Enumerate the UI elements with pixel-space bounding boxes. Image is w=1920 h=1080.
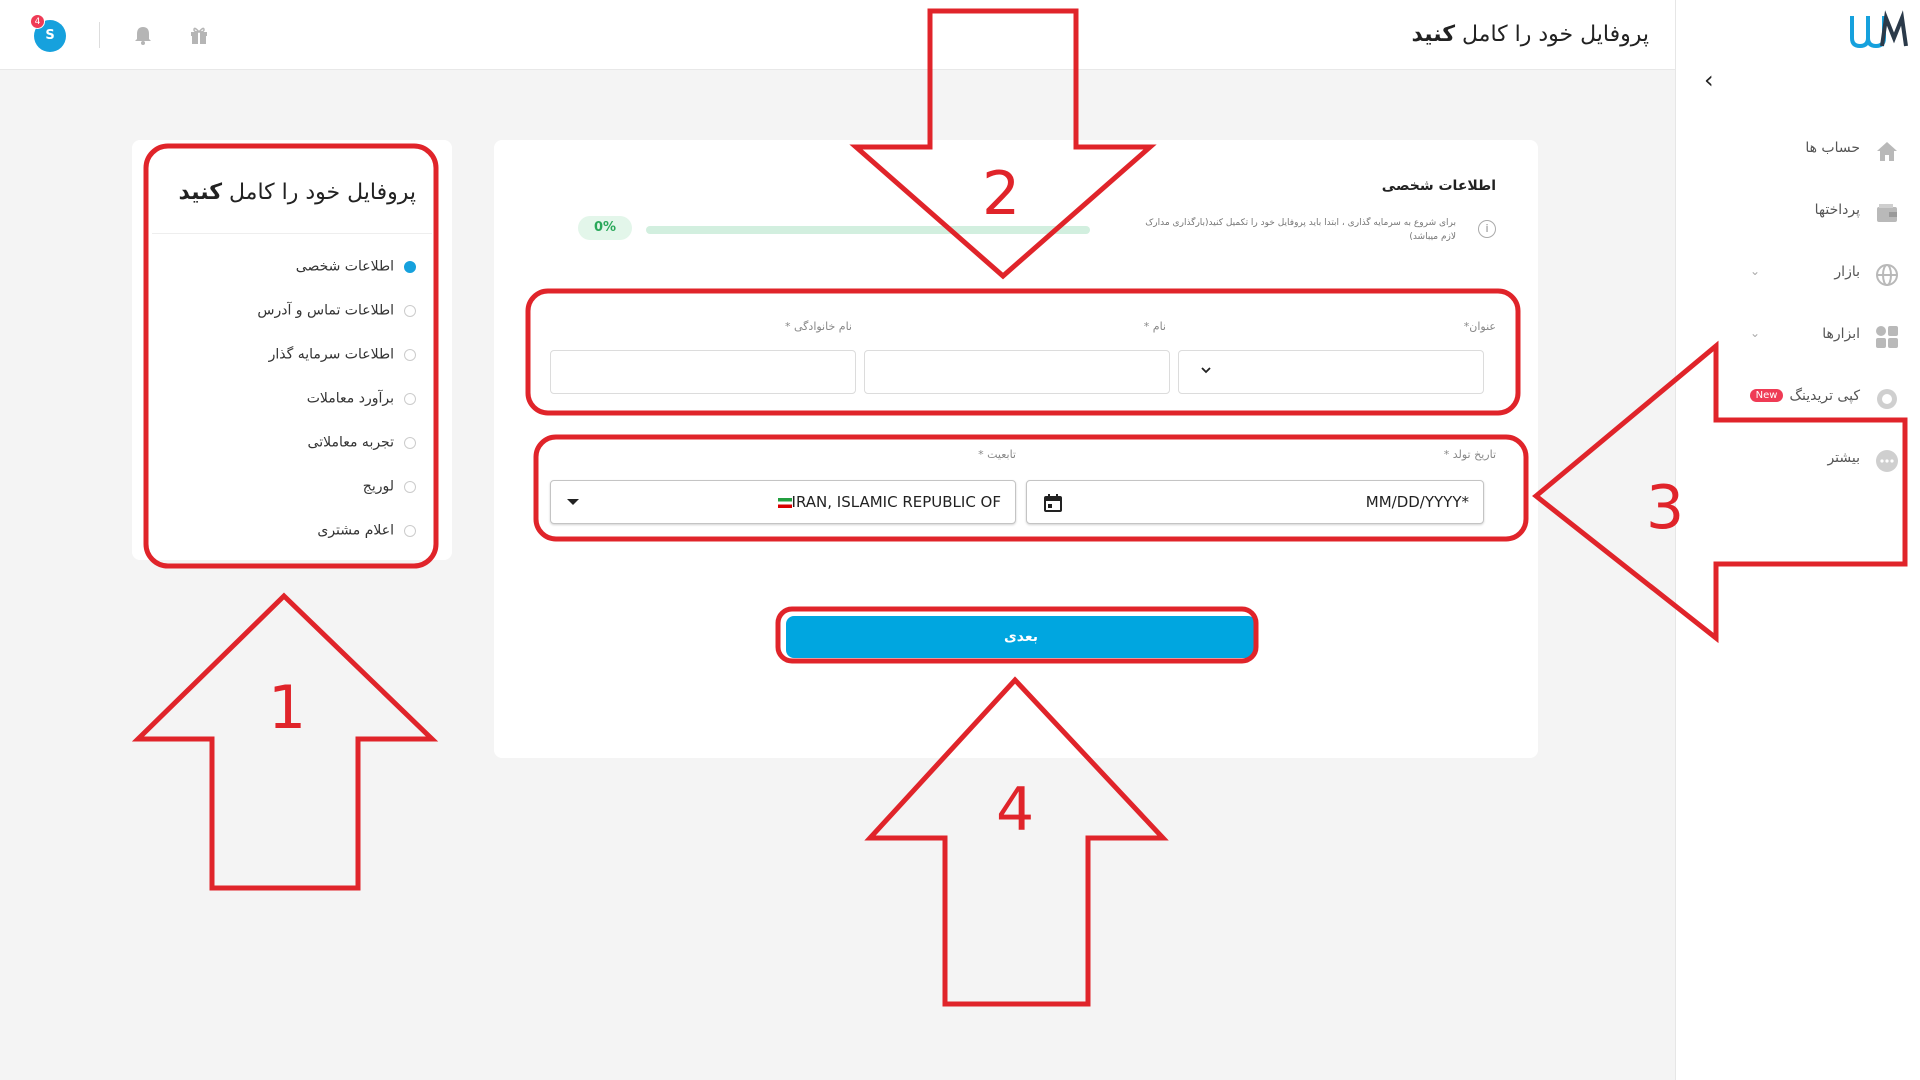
home-icon xyxy=(1877,142,1897,161)
steps-title: پروفایل خود را کامل کنید xyxy=(179,180,416,205)
step-label: تجربه معاملاتی xyxy=(307,434,394,451)
sidebar-item-label: بازار xyxy=(1834,264,1860,280)
step-label: لوریج xyxy=(362,478,394,495)
topbar-divider xyxy=(99,22,100,48)
sidebar-item-market[interactable]: بازار ⌄ xyxy=(1675,254,1920,294)
last-name-input[interactable] xyxy=(550,350,856,394)
chevron-down-icon: ⌄ xyxy=(1750,264,1761,278)
next-button[interactable]: بعدی xyxy=(786,616,1256,658)
dropdown-arrow-icon xyxy=(567,499,579,505)
nationality-text: IRAN, ISLAMIC REPUBLIC OF xyxy=(791,493,1001,511)
more-icon xyxy=(1876,450,1898,472)
bell-icon[interactable] xyxy=(132,24,154,46)
birth-date-input[interactable]: MM/DD/YYYY* xyxy=(1026,480,1484,524)
sidebar-item-more[interactable]: بیشتر xyxy=(1675,440,1920,480)
step-indicator xyxy=(404,348,416,361)
steps-title-regular: پروفایل خود را کامل xyxy=(222,180,416,205)
step-label: برآورد معاملات xyxy=(306,390,394,407)
step-indicator xyxy=(404,524,416,537)
step-trade-estimate[interactable]: برآورد معاملات xyxy=(307,388,416,412)
nationality-label: تابعیت * xyxy=(978,448,1016,461)
annotation-arrow-1 xyxy=(131,592,439,891)
iran-flag-icon xyxy=(777,498,792,508)
personal-info-form: اطلاعات شخصی i برای شروع به سرمایه گذاری… xyxy=(494,140,1538,758)
notification-count-badge: 4 xyxy=(30,14,45,29)
wallet-icon xyxy=(1877,204,1897,222)
new-badge: New xyxy=(1749,389,1784,402)
title-label: عنوان* xyxy=(1463,320,1496,333)
sidebar-item-tools[interactable]: ابزارها ⌄ xyxy=(1675,316,1920,356)
title-select[interactable] xyxy=(1178,350,1484,394)
sidebar-item-accounts[interactable]: حساب ها xyxy=(1675,130,1920,170)
first-name-label: نام * xyxy=(1143,320,1166,333)
sidebar-item-label: ابزارها xyxy=(1822,326,1860,342)
page-title-regular: پروفایل خود را کامل xyxy=(1455,22,1649,47)
progress-percent: 0% xyxy=(578,216,632,240)
nationality-value: IRAN, ISLAMIC REPUBLIC OF xyxy=(770,493,1001,511)
step-investor-info[interactable]: اطلاعات سرمایه گذار xyxy=(269,344,416,368)
brand-logo[interactable] xyxy=(1848,8,1910,52)
annotation-label-1: 1 xyxy=(268,673,306,743)
gift-icon[interactable] xyxy=(188,24,210,46)
step-indicator xyxy=(404,392,416,405)
copy-trading-icon xyxy=(1877,389,1897,409)
step-indicator xyxy=(404,436,416,449)
step-leverage[interactable]: لوریج xyxy=(363,476,416,500)
sidebar-item-label: بیشتر xyxy=(1827,450,1860,466)
step-indicator xyxy=(404,480,416,493)
step-label: اطلاعات تماس و آدرس xyxy=(257,302,394,319)
progress-bar xyxy=(646,226,1090,234)
info-text: برای شروع به سرمایه گذاری ، ابتدا باید پ… xyxy=(1145,218,1456,242)
info-icon: i xyxy=(1478,220,1496,238)
apps-icon xyxy=(1876,326,1898,348)
calendar-icon[interactable] xyxy=(1043,493,1063,513)
sidebar-item-label: کپی تریدینگ New xyxy=(1749,388,1860,404)
divider xyxy=(152,233,432,234)
step-label: اطلاعات شخصی xyxy=(295,258,394,275)
step-customer-declaration[interactable]: اعلام مشتری xyxy=(317,520,416,544)
step-contact-address[interactable]: اطلاعات تماس و آدرس xyxy=(257,300,416,324)
sidebar-item-text: کپی تریدینگ xyxy=(1789,388,1860,404)
steps-card: پروفایل خود را کامل کنید اطلاعات شخصی اط… xyxy=(132,140,452,560)
chevron-down-icon: ⌄ xyxy=(1750,326,1761,340)
globe-icon xyxy=(1876,264,1898,286)
page-title-bold: کنید xyxy=(1411,22,1456,47)
collapse-sidebar-icon[interactable]: ‹ xyxy=(1704,66,1714,94)
first-name-input[interactable] xyxy=(864,350,1170,394)
chevron-down-icon xyxy=(1201,367,1211,374)
step-indicator-active xyxy=(404,260,416,273)
step-label: اطلاعات سرمایه گذار xyxy=(268,346,394,363)
last-name-label: نام خانوادگی * xyxy=(785,320,852,333)
section-title: اطلاعات شخصی xyxy=(1381,178,1496,194)
sidebar-item-label: حساب ها xyxy=(1805,140,1860,156)
birth-date-label: تاریخ تولد * xyxy=(1443,448,1496,461)
top-bar: پروفایل خود را کامل کنید S 4 xyxy=(0,0,1675,70)
annotation-label-4: 4 xyxy=(996,775,1034,845)
page-title: پروفایل خود را کامل کنید xyxy=(1412,22,1649,47)
nationality-select[interactable]: IRAN, ISLAMIC REPUBLIC OF xyxy=(550,480,1016,524)
step-personal-info[interactable]: اطلاعات شخصی xyxy=(296,256,416,280)
steps-title-bold: کنید xyxy=(178,180,223,205)
step-label: اعلام مشتری xyxy=(317,522,394,539)
sidebar: ‹ حساب ها پرداختها بازار ⌄ ابزارها ⌄ کپی… xyxy=(1675,0,1920,1080)
sidebar-item-copy-trading[interactable]: کپی تریدینگ New xyxy=(1675,378,1920,418)
step-trading-experience[interactable]: تجربه معاملاتی xyxy=(308,432,416,456)
sidebar-item-label: پرداختها xyxy=(1814,202,1860,218)
birth-date-placeholder: MM/DD/YYYY* xyxy=(1365,493,1469,511)
step-indicator xyxy=(404,304,416,317)
sidebar-item-payments[interactable]: پرداختها xyxy=(1675,192,1920,232)
